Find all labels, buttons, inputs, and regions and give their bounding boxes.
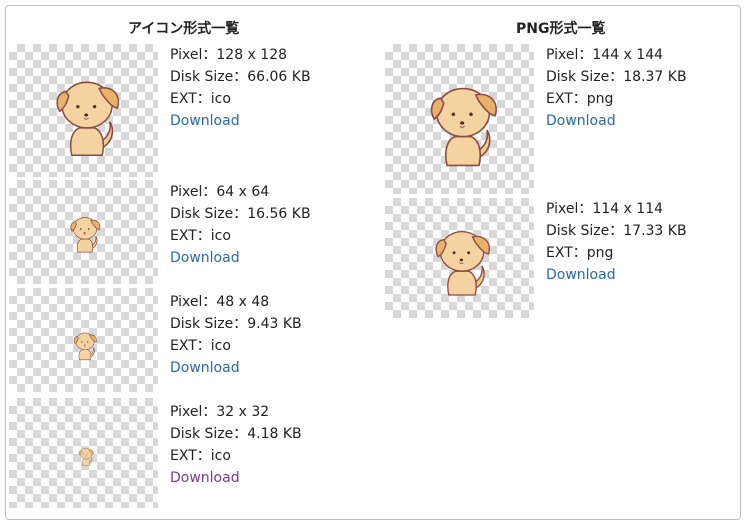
pixel-size: Pixel：64 x 64 (170, 184, 270, 200)
disk-size: Disk Size：18.37 KB (546, 69, 687, 85)
download-link[interactable]: Download (170, 470, 240, 486)
ext-type: EXT：png (546, 245, 614, 261)
ext-type: EXT：ico (170, 338, 231, 354)
thumbnail (9, 180, 158, 284)
puppy-icon (49, 70, 125, 160)
disk-size: Disk Size：4.18 KB (170, 426, 302, 442)
disk-size: Disk Size：16.56 KB (170, 206, 311, 222)
pixel-size: Pixel：128 x 128 (170, 47, 288, 63)
ext-type: EXT：ico (170, 448, 231, 464)
puppy-icon (71, 328, 99, 362)
puppy-icon (423, 70, 503, 176)
ext-type: EXT：ico (170, 228, 231, 244)
pixel-size: Pixel：32 x 32 (170, 404, 270, 420)
download-link[interactable]: Download (170, 113, 240, 129)
puppy-icon (77, 444, 95, 468)
pixel-size: Pixel：48 x 48 (170, 294, 270, 310)
download-link[interactable]: Download (546, 267, 616, 283)
thumbnail (9, 288, 158, 392)
icon-format-title: アイコン形式一覧 (128, 21, 240, 37)
icon-list-panel: アイコン形式一覧 PNG形式一覧 Pixel：128 x 128 Disk Si… (5, 5, 741, 520)
disk-size: Disk Size：17.33 KB (546, 223, 687, 239)
thumbnail (385, 44, 534, 194)
ext-type: EXT：ico (170, 91, 231, 107)
download-link[interactable]: Download (546, 113, 616, 129)
png-format-title: PNG形式一覧 (516, 21, 606, 37)
disk-size: Disk Size：9.43 KB (170, 316, 302, 332)
puppy-icon (67, 210, 103, 256)
pixel-size: Pixel：144 x 144 (546, 47, 664, 63)
thumbnail (9, 44, 158, 177)
download-link[interactable]: Download (170, 360, 240, 376)
pixel-size: Pixel：114 x 114 (546, 201, 664, 217)
download-link[interactable]: Download (170, 250, 240, 266)
puppy-icon (429, 216, 495, 304)
thumbnail (9, 398, 158, 508)
ext-type: EXT：png (546, 91, 614, 107)
thumbnail (385, 198, 534, 318)
disk-size: Disk Size：66.06 KB (170, 69, 311, 85)
